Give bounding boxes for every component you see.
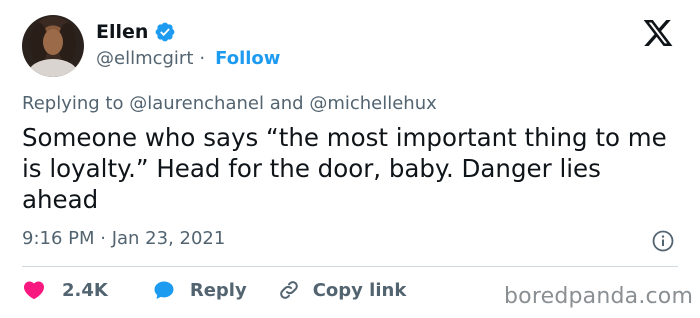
- reply-bubble-icon: [154, 281, 174, 299]
- handle-separator: ·: [199, 48, 206, 69]
- replying-prefix: Replying to: [22, 93, 124, 114]
- like-button[interactable]: 2.4K: [22, 278, 108, 302]
- info-icon[interactable]: [651, 229, 675, 253]
- avatar[interactable]: [22, 15, 84, 77]
- watermark: boredpanda.com: [504, 284, 694, 309]
- author-handle-row: @ellmcgirt · Follow: [96, 48, 280, 69]
- verified-badge-icon: [156, 22, 175, 42]
- copy-link-label: Copy link: [312, 279, 407, 301]
- replying-conjunction: and: [269, 93, 304, 114]
- replying-to-line: Replying to @laurenchanel and @michelleh…: [22, 93, 437, 114]
- divider: [22, 266, 678, 267]
- x-logo-icon[interactable]: [641, 17, 675, 49]
- reply-button[interactable]: Reply: [152, 278, 247, 302]
- tweet-timestamp[interactable]: 9:16 PM · Jan 23, 2021: [22, 228, 225, 249]
- reply-label: Reply: [189, 279, 247, 301]
- tweet-text: Someone who says “the most important thi…: [22, 123, 667, 214]
- like-count: 2.4K: [62, 279, 108, 301]
- heart-icon: [23, 281, 45, 300]
- author-display-name[interactable]: Ellen: [96, 21, 148, 43]
- link-icon: [279, 281, 298, 299]
- follow-button[interactable]: Follow: [215, 48, 280, 69]
- mention-laurenchanel[interactable]: @laurenchanel: [129, 93, 264, 114]
- author-handle[interactable]: @ellmcgirt: [96, 48, 193, 69]
- copy-link-button[interactable]: Copy link: [277, 278, 407, 302]
- avatar-face: [43, 29, 63, 55]
- author-name-row: Ellen: [96, 21, 176, 43]
- tweet-actions: 2.4K Reply Copy link: [22, 278, 406, 302]
- mention-michellehux[interactable]: @michellehux: [309, 93, 436, 114]
